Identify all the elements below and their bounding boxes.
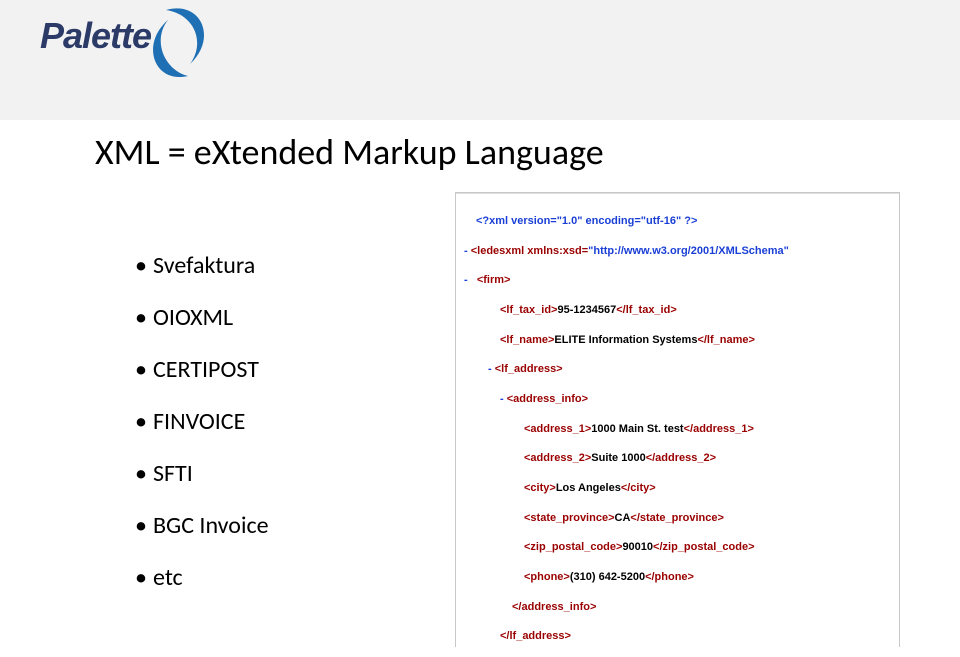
list-item: Svefaktura [135, 254, 269, 278]
logo-text: Palette [40, 15, 151, 56]
list-item: BGC Invoice [135, 514, 269, 538]
xml-code-sample: <?xml version="1.0" encoding="utf-16" ?>… [455, 192, 900, 647]
logo-swoosh-icon [146, 4, 216, 84]
list-item: FINVOICE [135, 410, 269, 434]
list-item: SFTI [135, 462, 269, 486]
list-item: CERTIPOST [135, 358, 269, 382]
list-item: etc [135, 566, 269, 590]
palette-logo: Palette [40, 18, 151, 54]
slide-title: XML = eXtended Markup Language [95, 130, 604, 174]
bullet-list: Svefaktura OIOXML CERTIPOST FINVOICE SFT… [95, 254, 269, 618]
list-item: OIOXML [135, 306, 269, 330]
